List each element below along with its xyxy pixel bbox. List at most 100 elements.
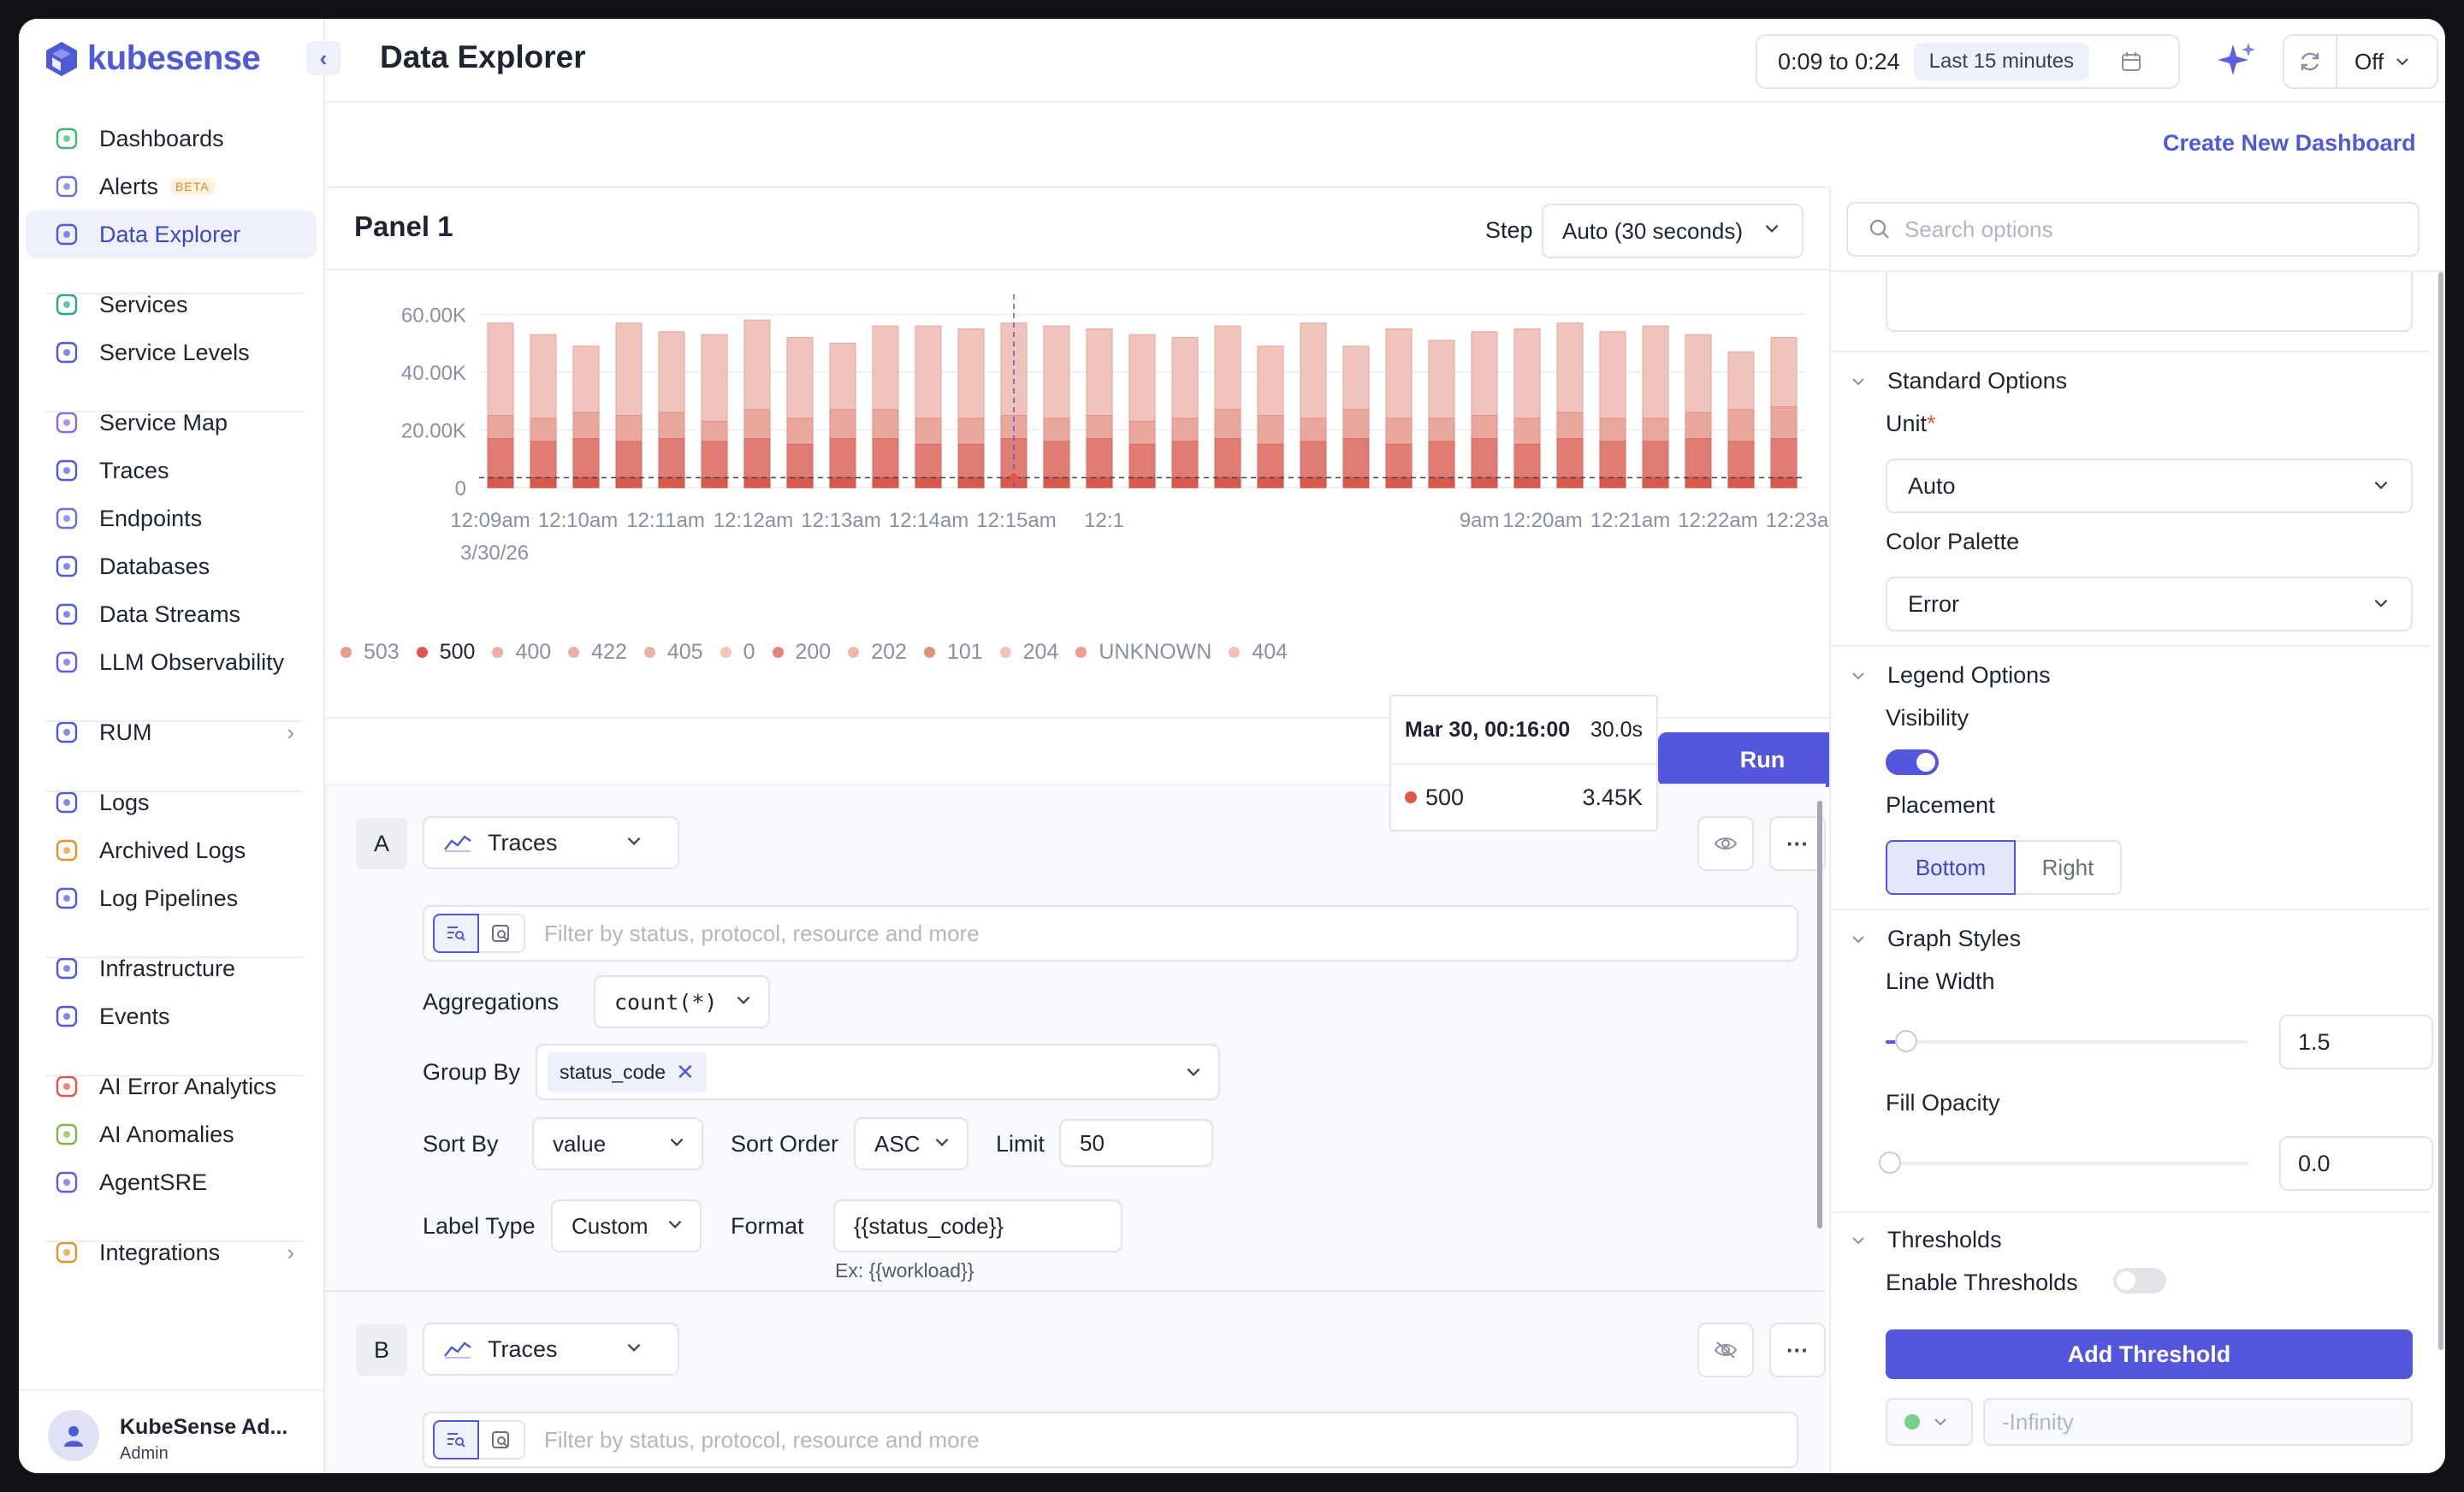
legend-options-header[interactable]: Legend Options: [1850, 662, 2051, 689]
sidebar-item-ai-anomalies[interactable]: AI Anomalies: [26, 1110, 317, 1158]
sidebar-item-logs[interactable]: Logs: [26, 779, 317, 826]
sidebar-item-archived-logs[interactable]: Archived Logs: [26, 826, 317, 874]
legend-visibility-toggle[interactable]: [1886, 749, 1939, 775]
auto-refresh-control[interactable]: Off: [2283, 34, 2438, 89]
sidebar-item-ai-error-analytics[interactable]: AI Error Analytics: [26, 1063, 317, 1110]
sort-order-select[interactable]: ASC: [854, 1117, 968, 1170]
refresh-button[interactable]: [2284, 36, 2337, 87]
chevron-down-icon: [2374, 481, 2388, 489]
y-tick-label: 20.00K: [401, 420, 466, 443]
limit-input[interactable]: 50: [1059, 1119, 1213, 1167]
legend-item[interactable]: 400: [492, 640, 551, 665]
sidebar-item-dashboards[interactable]: Dashboards: [26, 115, 317, 163]
description-textarea[interactable]: [1886, 272, 2413, 332]
panel-title[interactable]: Panel 1: [354, 210, 453, 243]
section-title: Standard Options: [1887, 368, 2068, 394]
fill-opacity-slider[interactable]: [1879, 1152, 2248, 1174]
data-source-select[interactable]: Traces: [423, 816, 679, 869]
sidebar-item-endpoints[interactable]: Endpoints: [26, 494, 317, 542]
time-range-picker[interactable]: 0:09 to 0:24 Last 15 minutes: [1756, 34, 2180, 89]
group-by-select[interactable]: status_code ✕: [536, 1044, 1220, 1100]
filter-query-icon[interactable]: [479, 914, 525, 953]
sidebar-item-integrations[interactable]: Integrations ›: [26, 1229, 317, 1276]
placement-segmented-control[interactable]: Bottom Right: [1886, 840, 2122, 895]
sidebar-item-databases[interactable]: Databases: [26, 542, 317, 590]
bar-chart[interactable]: 0 20.00K 40.00K 60.00K 12:09am 12:10am 12:11am…: [325, 272, 1831, 631]
format-input[interactable]: {{status_code}}: [833, 1199, 1122, 1252]
filter-builder-icon[interactable]: [433, 914, 479, 953]
sidebar-item-log-pipelines[interactable]: Log Pipelines: [26, 874, 317, 922]
sort-by-select[interactable]: value: [532, 1117, 703, 1170]
calendar-icon[interactable]: [2120, 50, 2142, 73]
placement-right-button[interactable]: Right: [2016, 840, 2122, 895]
step-select[interactable]: Auto (30 seconds): [1542, 204, 1804, 258]
sidebar-item-events[interactable]: Events: [26, 992, 317, 1040]
add-threshold-button[interactable]: Add Threshold: [1886, 1329, 2413, 1379]
search-options-input[interactable]: Search options: [1846, 202, 2420, 257]
legend-item[interactable]: 200: [772, 640, 831, 665]
agent-icon: [53, 1169, 80, 1196]
legend-item[interactable]: 204: [999, 640, 1058, 665]
sidebar-item-llm-observability[interactable]: LLM Observability: [26, 638, 317, 686]
sidebar-item-services[interactable]: Services: [26, 281, 317, 329]
pipeline-icon: [53, 885, 80, 912]
aggregation-select[interactable]: count(*): [594, 975, 770, 1028]
x-tick-label: 12:1: [1084, 509, 1124, 532]
scrollbar[interactable]: [2438, 272, 2443, 1350]
sidebar-item-traces[interactable]: Traces: [26, 447, 317, 494]
label-type-select[interactable]: Custom: [551, 1199, 702, 1252]
sidebar-item-data-explorer[interactable]: Data Explorer: [26, 210, 317, 258]
fill-opacity-input[interactable]: 0.0: [2279, 1136, 2433, 1191]
create-new-dashboard-link[interactable]: Create New Dashboard: [2163, 130, 2416, 157]
filter-bar[interactable]: Filter by status, protocol, resource and…: [423, 1412, 1798, 1468]
legend-item[interactable]: 500: [416, 640, 475, 665]
toggle-visibility-button[interactable]: [1697, 816, 1754, 871]
logo[interactable]: kubesense: [44, 39, 261, 78]
filter-mode-toggle[interactable]: [433, 1420, 525, 1459]
toggle-visibility-button[interactable]: [1697, 1323, 1754, 1377]
color-palette-select[interactable]: Error: [1886, 577, 2413, 631]
ai-sparkle-icon[interactable]: [2214, 39, 2259, 84]
sort-by-label: Sort By: [423, 1131, 499, 1157]
threshold-color-select[interactable]: [1886, 1398, 1973, 1446]
sidebar-item-service-map[interactable]: Service Map: [26, 399, 317, 447]
sidebar-item-agentsre[interactable]: AgentSRE: [26, 1158, 317, 1206]
slider-knob[interactable]: [1894, 1030, 1917, 1052]
line-width-slider[interactable]: [1886, 1030, 2248, 1052]
unit-select[interactable]: Auto: [1886, 459, 2413, 513]
slider-knob[interactable]: [1879, 1152, 1901, 1174]
filter-bar[interactable]: Filter by status, protocol, resource and…: [423, 905, 1798, 962]
scrollbar[interactable]: [1817, 801, 1822, 1229]
graph-styles-header[interactable]: Graph Styles: [1850, 926, 2021, 952]
sidebar-item-alerts[interactable]: Alerts BETA: [26, 163, 317, 210]
filter-mode-toggle[interactable]: [433, 914, 525, 953]
remove-chip-icon[interactable]: ✕: [676, 1059, 695, 1086]
filter-builder-icon[interactable]: [433, 1420, 479, 1459]
threshold-value-input[interactable]: -Infinity: [1983, 1398, 2413, 1446]
data-source-select[interactable]: Traces: [423, 1323, 679, 1376]
enable-thresholds-toggle[interactable]: [2113, 1268, 2166, 1294]
legend-item[interactable]: 101: [923, 640, 983, 665]
filter-query-icon[interactable]: [479, 1420, 525, 1459]
sidebar-item-rum[interactable]: RUM ›: [26, 708, 317, 756]
sidebar-item-service-levels[interactable]: Service Levels: [26, 329, 317, 376]
chevron-down-icon: [935, 1138, 949, 1146]
x-tick-label: 12:15am: [976, 509, 1056, 532]
legend-item[interactable]: 422: [568, 640, 627, 665]
legend-item[interactable]: 202: [848, 640, 907, 665]
legend-item[interactable]: 503: [341, 640, 400, 665]
placement-bottom-button[interactable]: Bottom: [1886, 840, 2016, 895]
legend-item[interactable]: 405: [643, 640, 703, 665]
standard-options-header[interactable]: Standard Options: [1850, 368, 2067, 394]
legend-item[interactable]: UNKNOWN: [1075, 640, 1211, 665]
thresholds-header[interactable]: Thresholds: [1850, 1227, 2002, 1253]
bar-segment-base: [872, 477, 899, 488]
legend-item[interactable]: 404: [1229, 640, 1288, 665]
legend-item[interactable]: 0: [720, 640, 755, 665]
legend-color-dot: [492, 647, 504, 658]
query-more-button[interactable]: ···: [1769, 1323, 1826, 1377]
sidebar-item-data-streams[interactable]: Data Streams: [26, 590, 317, 638]
line-width-input[interactable]: 1.5: [2279, 1015, 2433, 1069]
sidebar-item-infrastructure[interactable]: Infrastructure: [26, 944, 317, 992]
user-profile[interactable]: KubeSense Ad... Admin: [19, 1389, 323, 1473]
